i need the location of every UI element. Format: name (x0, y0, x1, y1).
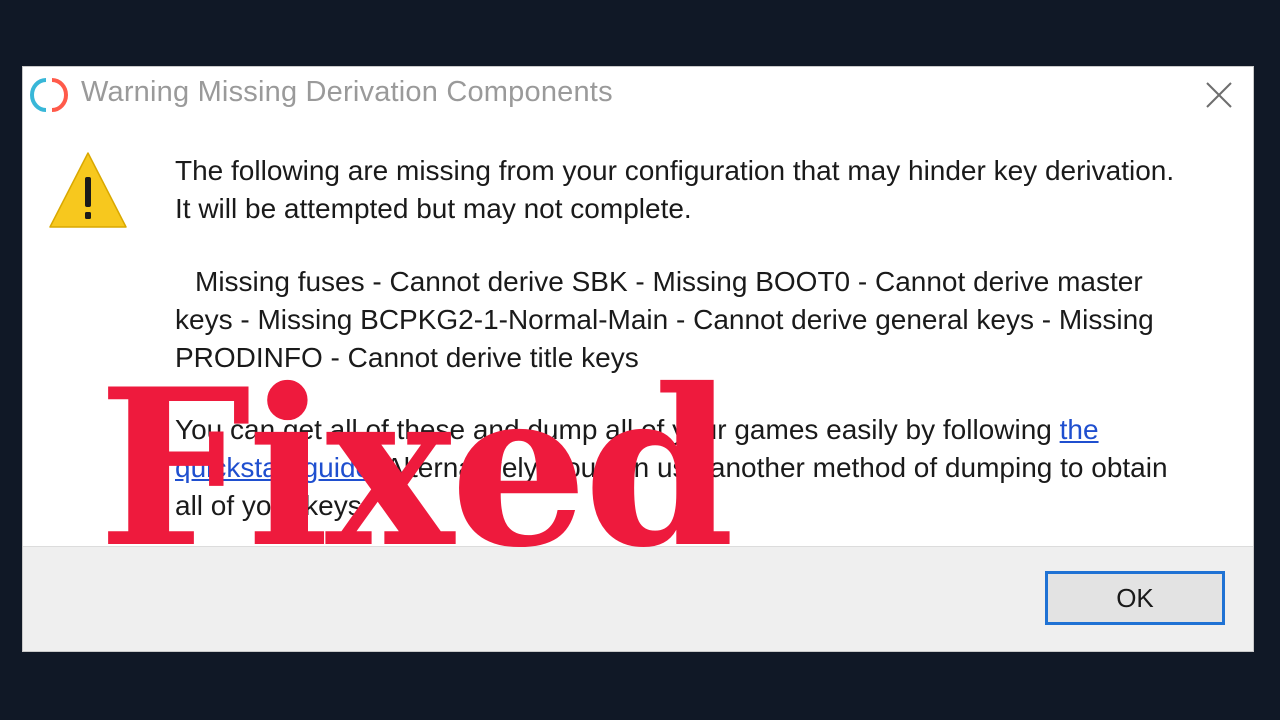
yuzu-logo-icon (30, 78, 68, 112)
ok-button[interactable]: OK (1045, 571, 1225, 625)
title-bar: Warning Missing Derivation Components (23, 67, 1253, 119)
close-button[interactable] (1201, 77, 1237, 113)
dialog-title: Warning Missing Derivation Components (81, 76, 613, 108)
close-icon (1206, 82, 1232, 108)
button-bar: OK (23, 546, 1253, 651)
message-guide: You can get all of these and dump all of… (175, 411, 1185, 525)
warning-triangle-icon (49, 152, 127, 228)
warning-dialog: Warning Missing Derivation Components Th… (22, 66, 1254, 652)
message-intro: The following are missing from your conf… (175, 155, 1175, 224)
message-missing-list: Missing fuses - Cannot derive SBK - Miss… (175, 266, 1154, 373)
message-guide-prefix: You can get all of these and dump all of… (175, 414, 1060, 445)
